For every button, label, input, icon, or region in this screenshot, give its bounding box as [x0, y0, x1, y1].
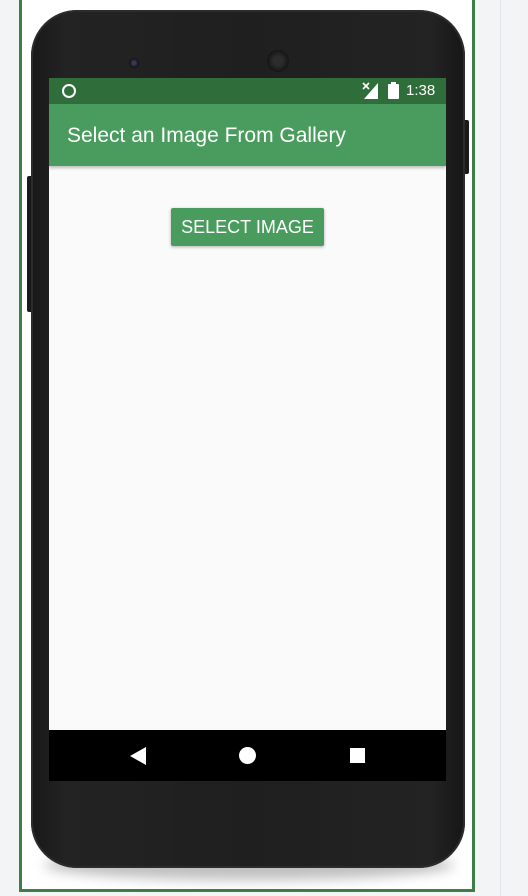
- signal-off-icon: [362, 82, 378, 99]
- app-title: Select an Image From Gallery: [67, 124, 346, 147]
- home-icon[interactable]: [239, 747, 256, 764]
- recents-icon[interactable]: [350, 748, 365, 763]
- divider: [500, 0, 501, 896]
- back-icon[interactable]: [130, 747, 146, 765]
- front-camera-icon: [129, 58, 139, 68]
- select-image-button[interactable]: SELECT IMAGE: [171, 208, 324, 246]
- status-bar: 1:38: [49, 78, 446, 104]
- app-bar: Select an Image From Gallery: [49, 104, 446, 166]
- page-frame: 1:38 Select an Image From Gallery SELECT…: [0, 0, 528, 896]
- status-time: 1:38: [406, 82, 436, 99]
- battery-icon: [388, 82, 399, 99]
- earpiece-speaker-icon: [267, 50, 289, 72]
- navigation-bar: [49, 730, 446, 781]
- notification-circle-icon: [62, 84, 76, 98]
- phone-screen: 1:38 Select an Image From Gallery SELECT…: [49, 78, 446, 781]
